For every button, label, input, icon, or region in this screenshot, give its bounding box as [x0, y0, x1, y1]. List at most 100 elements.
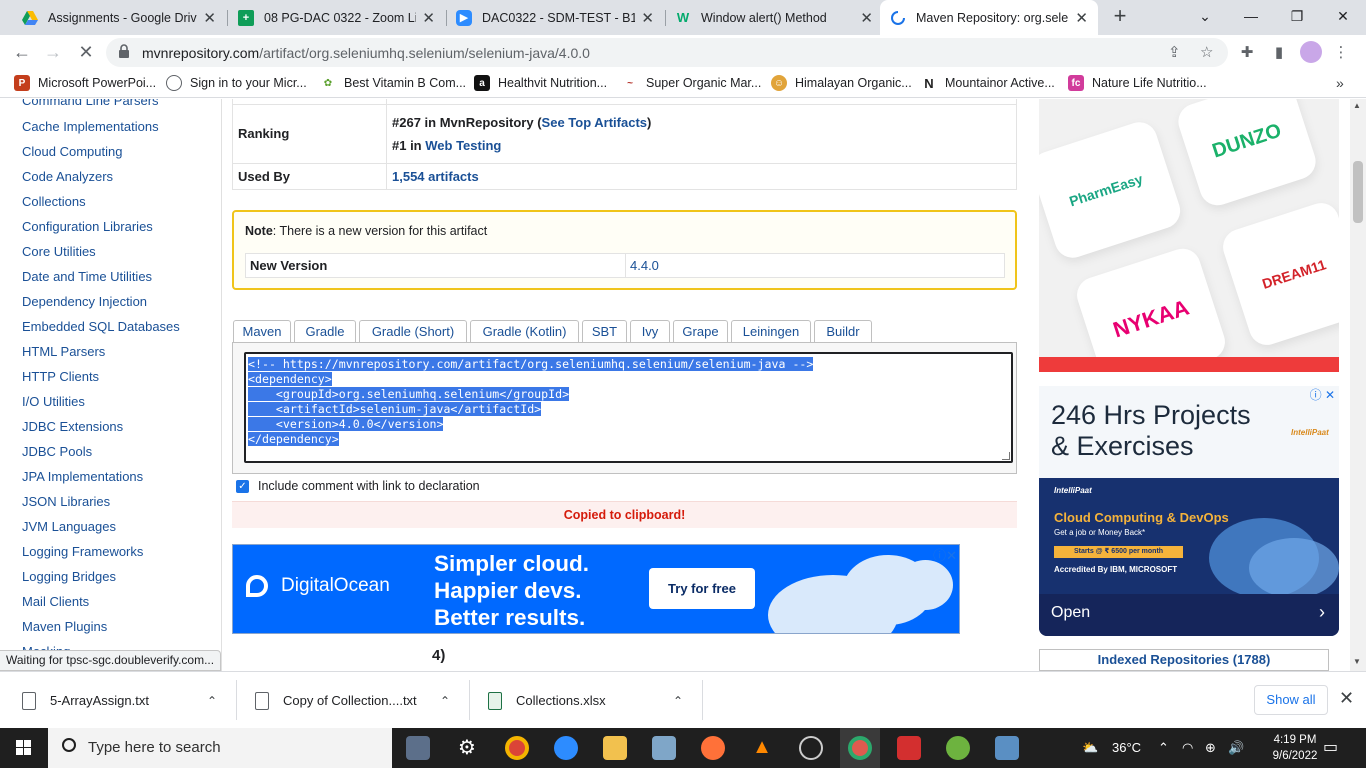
see-top-artifacts-link[interactable]: See Top Artifacts [542, 115, 647, 130]
close-icon[interactable]: ✕ [641, 9, 654, 27]
bookmark-item[interactable]: ~ Super Organic Mar... [622, 75, 761, 91]
spring-tool-icon[interactable] [946, 736, 970, 760]
tab-maven[interactable]: Maven [233, 320, 291, 343]
close-icon[interactable]: ✕ [1075, 9, 1088, 27]
firefox-icon[interactable] [701, 736, 725, 760]
chevron-up-icon[interactable]: ⌃ [440, 694, 450, 708]
notification-icon[interactable]: ▭ [1323, 728, 1338, 768]
settings-gear-icon[interactable]: ⚙ [455, 736, 479, 760]
category-link[interactable]: Embedded SQL Databases [22, 319, 180, 334]
bookmark-item[interactable]: ☺ Himalayan Organic... [771, 75, 912, 91]
category-link[interactable]: JDBC Extensions [22, 419, 123, 434]
indexed-repositories-link[interactable]: Indexed Repositories (1788) [1039, 649, 1329, 671]
menu-icon[interactable]: ⋮ [1330, 42, 1352, 64]
category-link[interactable]: HTML Parsers [22, 344, 105, 359]
category-link[interactable]: Command Line Parsers [22, 99, 159, 108]
download-item[interactable]: Collections.xlsx ⌃ [488, 682, 698, 719]
new-version-link[interactable]: 4.4.0 [625, 253, 1005, 278]
digitalocean-ad[interactable]: DigitalOcean Simpler cloud. Happier devs… [232, 544, 960, 634]
new-tab-icon[interactable]: + [1108, 5, 1132, 29]
tab-gradle-kotlin[interactable]: Gradle (Kotlin) [470, 320, 579, 342]
bookmark-item[interactable]: Sign in to your Micr... [166, 75, 307, 91]
try-for-free-button[interactable]: Try for free [649, 568, 755, 609]
close-window-icon[interactable]: ✕ [1320, 0, 1366, 35]
tab-sdm-test[interactable]: ▶ DAC0322 - SDM-TEST - B1B2 ✕ [446, 0, 664, 35]
bookmark-item[interactable]: ✿ Best Vitamin B Com... [320, 75, 466, 91]
bookmark-item[interactable]: fc Nature Life Nutritio... [1068, 75, 1207, 91]
temperature-label[interactable]: 36°C [1112, 728, 1141, 768]
bookmark-star-icon[interactable]: ☆ [1200, 43, 1213, 61]
category-link[interactable]: I/O Utilities [22, 394, 85, 409]
category-link[interactable]: JPA Implementations [22, 469, 143, 484]
side-panel-icon[interactable]: ▮ [1268, 42, 1290, 64]
ad-close-icon[interactable]: ⓘ✕ [933, 545, 957, 564]
profile-avatar[interactable] [1300, 41, 1322, 63]
start-button[interactable] [0, 728, 48, 768]
tab-leiningen[interactable]: Leiningen [731, 320, 811, 342]
bookmark-item[interactable]: N Mountainor Active... [921, 75, 1054, 91]
category-link[interactable]: Date and Time Utilities [22, 269, 152, 284]
dependency-snippet-textarea[interactable]: <!-- https://mvnrepository.com/artifact/… [244, 352, 1013, 463]
ad-close-icon[interactable]: ⓘ ✕ [1310, 386, 1335, 403]
used-by-link[interactable]: 1,554 artifacts [392, 169, 479, 184]
category-link[interactable]: JDBC Pools [22, 444, 92, 459]
calculator-icon[interactable] [406, 736, 430, 760]
category-link[interactable]: Configuration Libraries [22, 219, 153, 234]
category-link[interactable]: Cloud Computing [22, 144, 122, 159]
category-link[interactable]: Dependency Injection [22, 294, 147, 309]
share-icon[interactable]: ⇪ [1168, 43, 1181, 61]
close-icon[interactable]: ✕ [860, 9, 873, 27]
category-link[interactable]: Maven Plugins [22, 619, 107, 634]
chevron-up-icon[interactable]: ⌃ [673, 694, 683, 708]
extensions-icon[interactable]: ✚ [1236, 42, 1258, 64]
tab-window-alert[interactable]: W Window alert() Method ✕ [665, 0, 883, 35]
tab-ivy[interactable]: Ivy [630, 320, 670, 342]
tab-maven-repository[interactable]: Maven Repository: org.selenium ✕ [880, 0, 1098, 35]
category-link[interactable]: HTTP Clients [22, 369, 99, 384]
taskbar-search[interactable]: Type here to search [48, 728, 392, 768]
restore-icon[interactable]: ❐ [1274, 0, 1320, 35]
show-all-button[interactable]: Show all [1254, 685, 1328, 715]
tab-google-drive[interactable]: Assignments - Google Drive ✕ [12, 0, 226, 35]
close-icon[interactable]: ✕ [422, 9, 435, 27]
scroll-up-icon[interactable]: ▲ [1353, 101, 1361, 110]
category-link[interactable]: JSON Libraries [22, 494, 110, 509]
resize-handle[interactable] [1002, 452, 1010, 460]
chevron-up-icon[interactable]: ⌃ [1158, 728, 1169, 768]
tab-buildr[interactable]: Buildr [814, 320, 872, 342]
close-icon[interactable]: ✕ [203, 9, 216, 27]
close-icon[interactable]: ✕ [1339, 688, 1354, 709]
category-link[interactable]: JVM Languages [22, 519, 116, 534]
category-link[interactable]: Collections [22, 194, 86, 209]
back-icon[interactable]: ← [8, 39, 36, 67]
download-item[interactable]: 5-ArrayAssign.txt ⌃ [22, 682, 232, 719]
include-comment-option[interactable]: ✓ Include comment with link to declarati… [236, 479, 480, 493]
category-link[interactable]: Core Utilities [22, 244, 96, 259]
page-scrollbar[interactable]: ▲ ▼ [1350, 99, 1366, 671]
scroll-thumb[interactable] [1353, 161, 1363, 223]
scroll-down-icon[interactable]: ▼ [1353, 657, 1361, 666]
sticky-app-icon[interactable] [652, 736, 676, 760]
tab-zoom-link[interactable]: + 08 PG-DAC 0322 - Zoom Link ✕ [228, 0, 445, 35]
intellipaat-ad[interactable]: 246 Hrs Projects & Exercises IntelliPaat … [1039, 386, 1339, 636]
file-explorer-icon[interactable] [603, 736, 627, 760]
wifi-icon[interactable]: ◠ [1182, 728, 1193, 768]
weather-icon[interactable]: ⛅ [1082, 728, 1098, 768]
obs-icon[interactable] [799, 736, 823, 760]
open-button[interactable]: Open › [1039, 594, 1339, 636]
volume-icon[interactable]: 🔊 [1228, 728, 1244, 768]
vlc-icon[interactable]: ▲ [750, 736, 774, 760]
category-link[interactable]: Mail Clients [22, 594, 89, 609]
download-item[interactable]: Copy of Collection....txt ⌃ [255, 682, 465, 719]
bookmark-item[interactable]: P Microsoft PowerPoi... [14, 75, 156, 91]
include-comment-checkbox[interactable]: ✓ [236, 479, 249, 493]
chevron-up-icon[interactable]: ⌃ [207, 694, 217, 708]
more-bookmarks-icon[interactable]: » [1336, 75, 1344, 91]
acrobat-icon[interactable] [897, 736, 921, 760]
zoom-app-icon[interactable] [554, 736, 578, 760]
tab-sbt[interactable]: SBT [582, 320, 627, 342]
stop-icon[interactable]: ✕ [72, 39, 100, 67]
chrome-icon[interactable] [505, 736, 529, 760]
tab-gradle-short[interactable]: Gradle (Short) [359, 320, 467, 342]
address-bar[interactable]: mvnrepository.com/artifact/org.seleniumh… [106, 38, 1228, 67]
